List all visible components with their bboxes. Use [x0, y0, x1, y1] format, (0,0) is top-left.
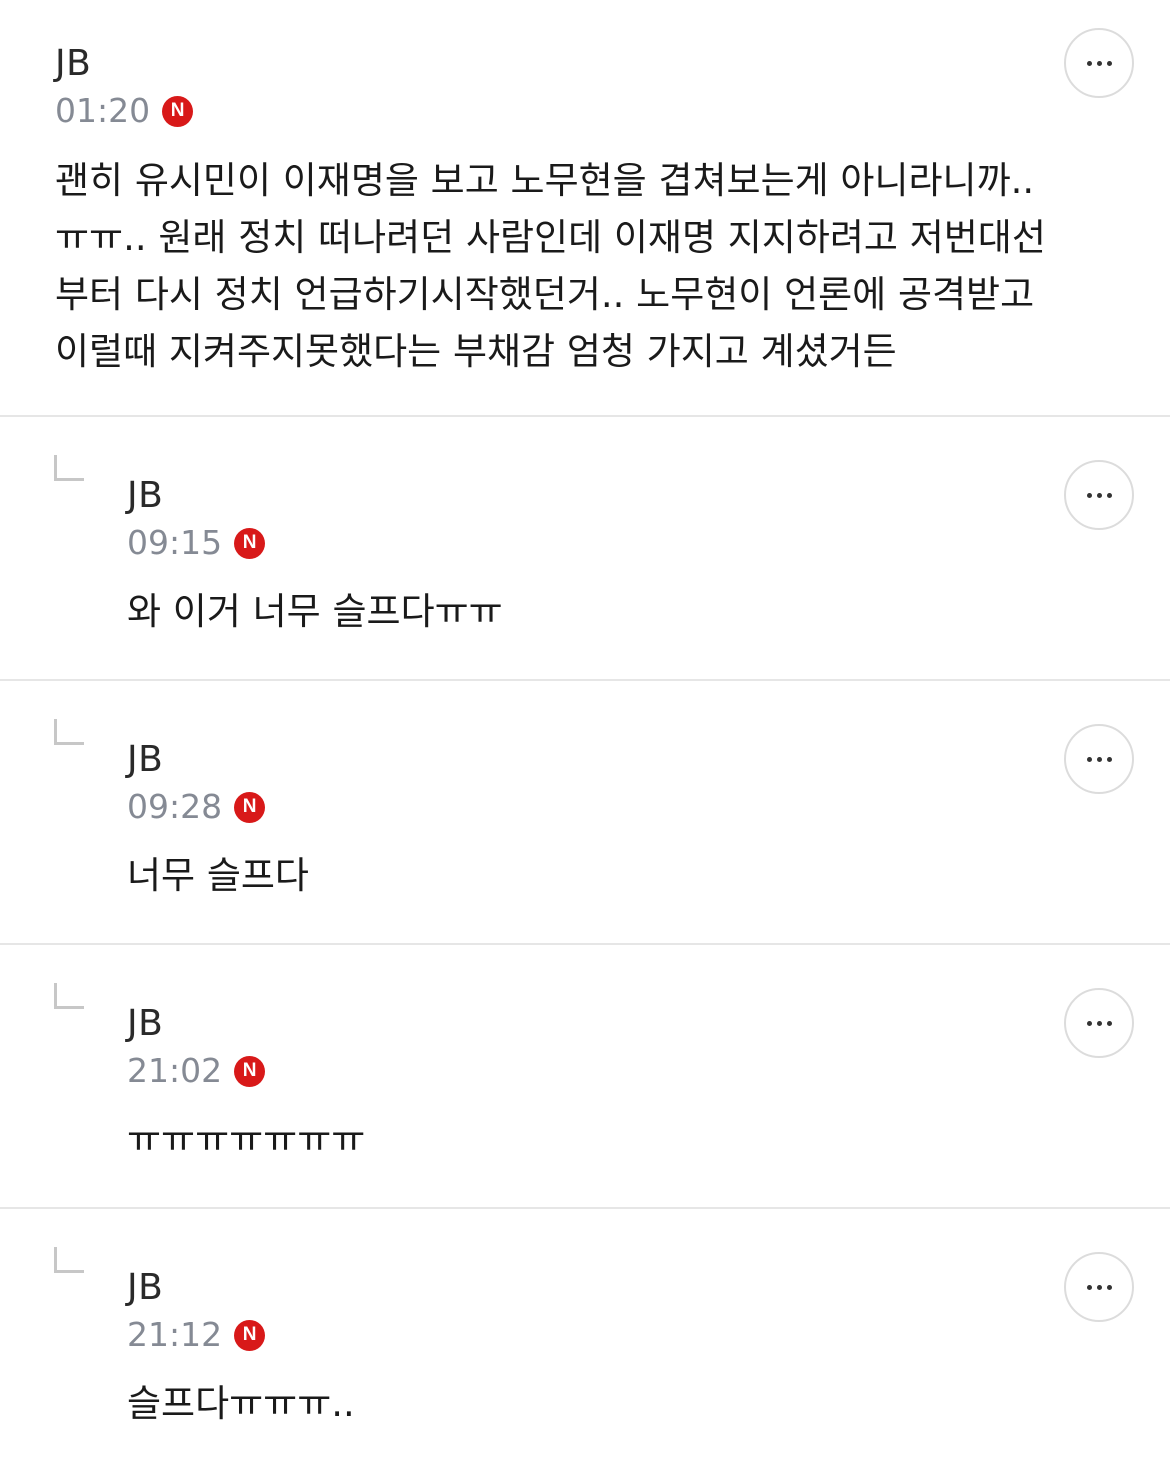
new-badge-icon: N [234, 1055, 266, 1087]
reply-item: JB 21:02 N ㅠㅠㅠㅠㅠㅠㅠ [0, 945, 1170, 1209]
reply-item: JB 09:15 N 와 이거 너무 슬프다ㅠㅠ [0, 417, 1170, 681]
more-options-button[interactable] [1064, 1252, 1134, 1322]
reply-corner-icon [54, 983, 84, 1009]
more-horizontal-icon [1086, 1020, 1112, 1026]
comment-meta: 21:02 N [127, 1051, 266, 1091]
more-options-button[interactable] [1064, 28, 1134, 98]
more-options-button[interactable] [1064, 460, 1134, 530]
comment-text: 와 이거 너무 슬프다ㅠㅠ [127, 590, 503, 633]
more-options-button[interactable] [1064, 988, 1134, 1058]
reply-corner-icon [54, 719, 84, 745]
comment-item: JB 01:20 N 괜히 유시민이 이재명을 보고 노무현을 겹쳐보는게 아니… [0, 0, 1170, 417]
comment-meta: 21:12 N [127, 1315, 266, 1355]
new-badge-icon: N [162, 95, 194, 127]
comment-meta: 09:28 N [127, 787, 266, 827]
comment-author[interactable]: JB [127, 740, 163, 780]
more-options-button[interactable] [1064, 724, 1134, 794]
reply-corner-icon [54, 1247, 84, 1273]
more-horizontal-icon [1086, 492, 1112, 498]
comment-author[interactable]: JB [127, 1268, 163, 1308]
comment-author[interactable]: JB [127, 476, 163, 516]
new-badge-icon: N [234, 791, 266, 823]
comment-meta: 01:20 N [55, 91, 194, 131]
comment-author[interactable]: JB [55, 44, 91, 84]
new-badge-icon: N [234, 527, 266, 559]
reply-item: JB 21:12 N 슬프다ㅠㅠㅠ.. [0, 1209, 1170, 1468]
reply-item: JB 09:28 N 너무 슬프다 [0, 681, 1170, 945]
comment-time: 21:02 [127, 1051, 223, 1090]
comment-author[interactable]: JB [127, 1004, 163, 1044]
comment-text: 너무 슬프다 [127, 854, 309, 897]
more-horizontal-icon [1086, 60, 1112, 66]
reply-corner-icon [54, 455, 84, 481]
comment-time: 01:20 [55, 91, 151, 130]
comment-meta: 09:15 N [127, 523, 266, 563]
more-horizontal-icon [1086, 1284, 1112, 1290]
new-badge-icon: N [234, 1319, 266, 1351]
comment-time: 21:12 [127, 1315, 223, 1354]
comment-text: 괜히 유시민이 이재명을 보고 노무현을 겹쳐보는게 아니라니까.. ㅠㅠ.. … [55, 159, 1046, 373]
comment-time: 09:28 [127, 787, 223, 826]
more-horizontal-icon [1086, 756, 1112, 762]
comment-text: 슬프다ㅠㅠㅠ.. [127, 1382, 355, 1425]
comment-time: 09:15 [127, 523, 223, 562]
comment-text: ㅠㅠㅠㅠㅠㅠㅠ [127, 1118, 366, 1161]
